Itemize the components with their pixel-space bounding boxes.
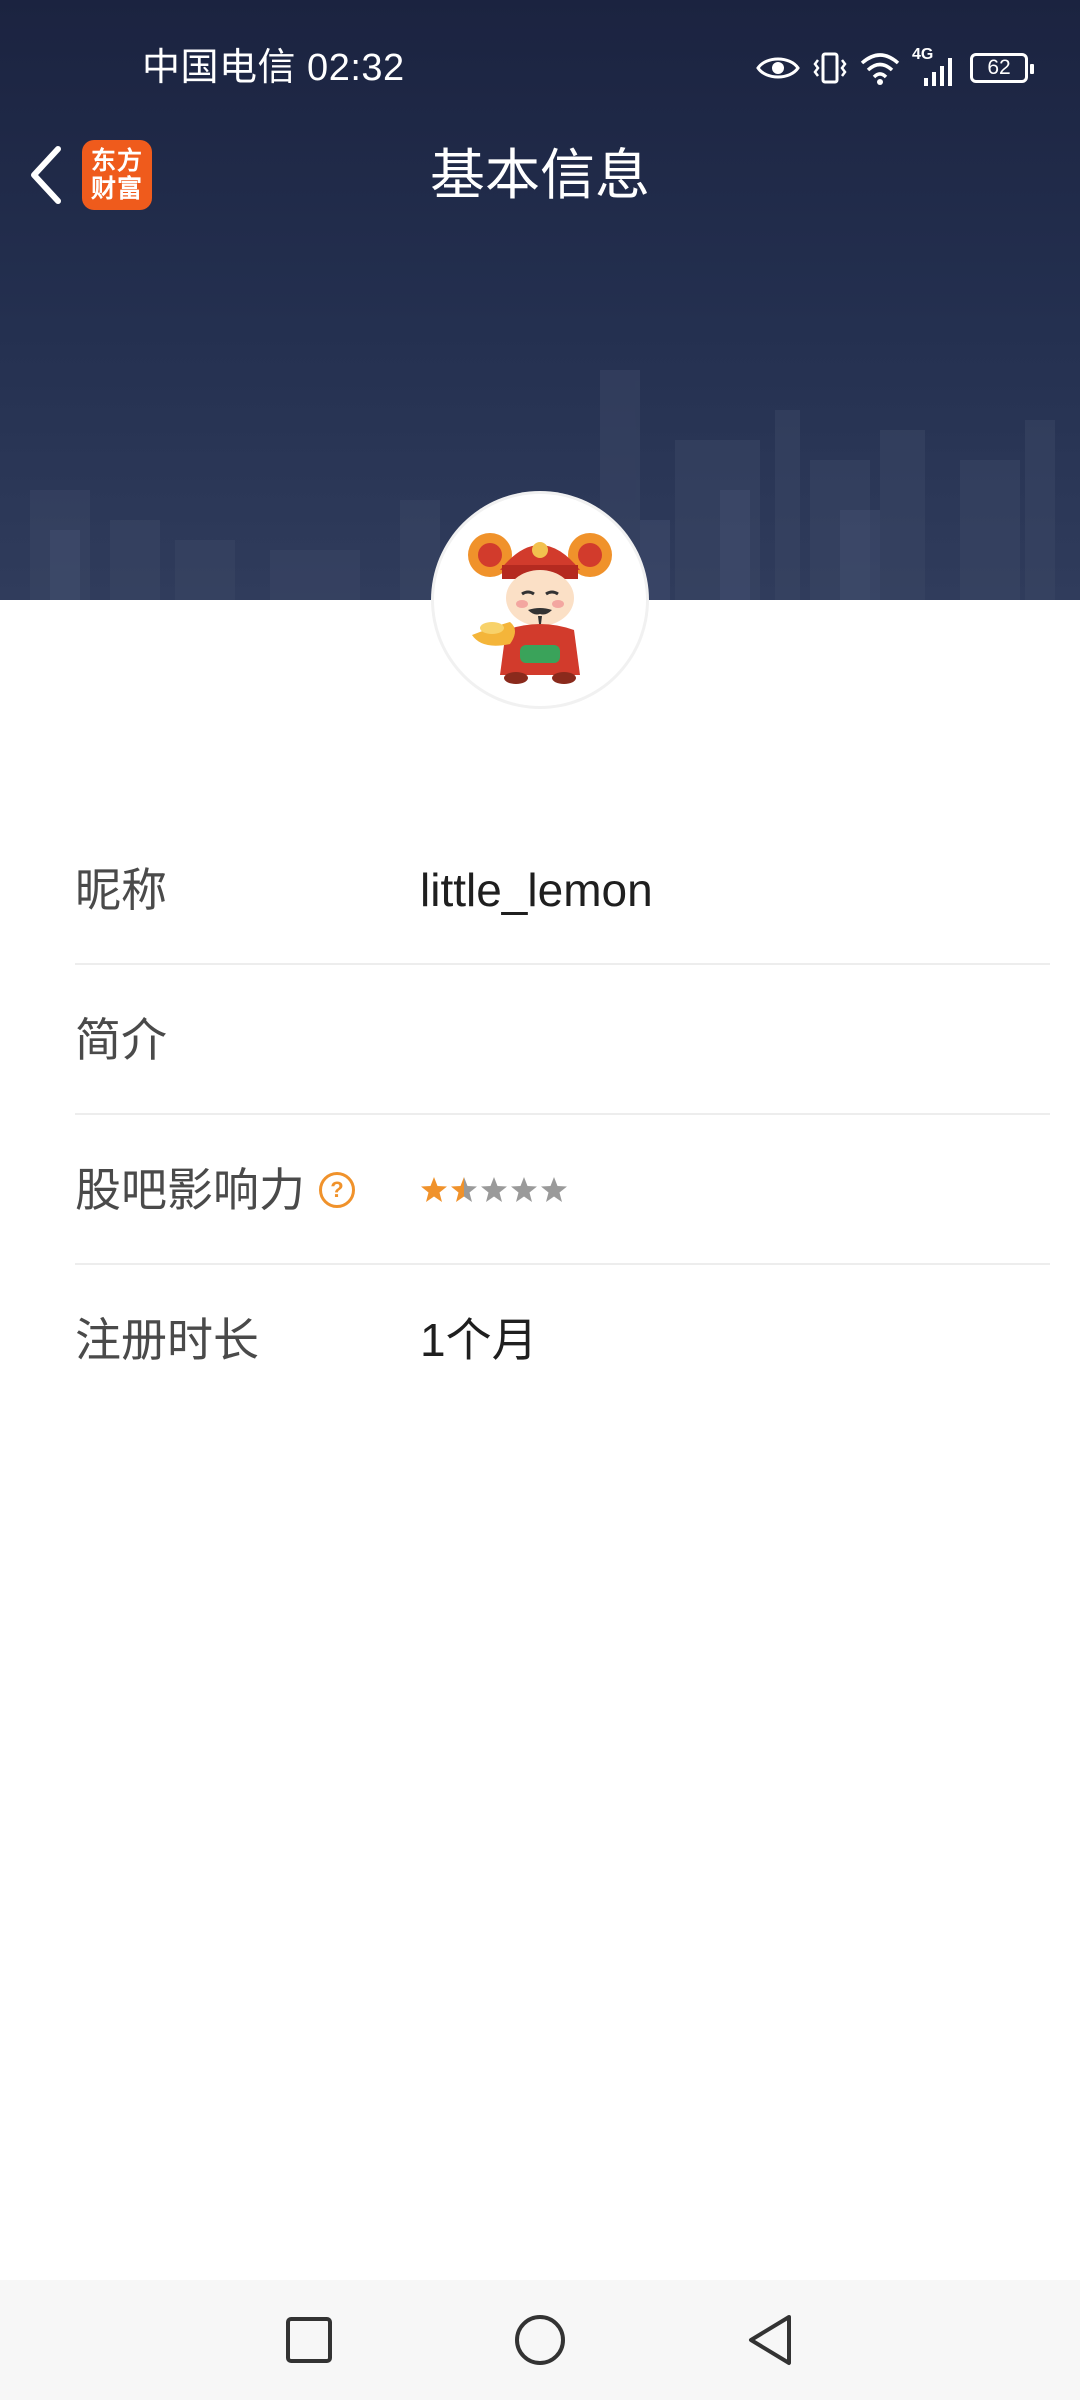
register-row: 注册时长 1个月 <box>75 1265 1050 1415</box>
logo-line1: 东方 <box>90 147 143 175</box>
info-list: 昵称 little_lemon 简介 股吧影响力 ? 注册时长 1个月 <box>75 815 1050 1415</box>
star-icon <box>511 1177 537 1202</box>
navigation-bar: 基本信息 东方 财富 <box>0 130 1080 220</box>
help-icon[interactable]: ? <box>319 1172 355 1208</box>
wifi-icon <box>860 53 900 85</box>
home-button[interactable] <box>504 2304 576 2376</box>
star-icon <box>541 1177 567 1202</box>
star-icon <box>451 1177 477 1202</box>
register-label: 注册时长 <box>75 1314 259 1366</box>
vibrate-icon <box>813 52 847 84</box>
battery-icon: 62 <box>970 53 1034 83</box>
chevron-left-icon <box>31 146 61 204</box>
recent-apps-icon <box>286 2317 332 2363</box>
battery-level: 62 <box>987 56 1011 79</box>
star-icon <box>421 1177 447 1202</box>
nickname-label: 昵称 <box>75 864 167 916</box>
intro-label: 简介 <box>75 1014 167 1066</box>
register-value: 1个月 <box>420 1314 538 1366</box>
status-bar: 中国电信 02:32 4G 62 <box>0 40 1080 96</box>
page-title: 基本信息 <box>429 144 650 206</box>
signal-icon: 4G <box>912 46 958 86</box>
eye-icon <box>756 57 800 79</box>
intro-row[interactable]: 简介 <box>75 965 1050 1115</box>
system-navigation-bar <box>0 2280 1080 2400</box>
app-logo[interactable]: 东方 财富 <box>82 140 152 210</box>
influence-stars <box>420 1167 568 1213</box>
nickname-value: little_lemon <box>420 864 653 916</box>
back-nav-button[interactable] <box>734 2304 806 2376</box>
recent-apps-button[interactable] <box>273 2304 345 2376</box>
star-icon <box>481 1177 507 1202</box>
influence-label: 股吧影响力 <box>75 1164 305 1216</box>
carrier-time: 中国电信 02:32 <box>142 47 405 89</box>
influence-label-group: 股吧影响力 ? <box>75 1115 355 1265</box>
nickname-row[interactable]: 昵称 little_lemon <box>75 815 1050 965</box>
back-button[interactable] <box>14 140 78 210</box>
logo-line2: 财富 <box>90 175 143 203</box>
home-icon <box>515 2315 565 2365</box>
god-of-wealth-avatar-icon <box>468 533 612 684</box>
status-icons: 4G 62 <box>756 40 1034 96</box>
back-icon <box>749 2315 791 2365</box>
avatar[interactable] <box>434 494 646 706</box>
influence-row: 股吧影响力 ? <box>75 1115 1050 1265</box>
